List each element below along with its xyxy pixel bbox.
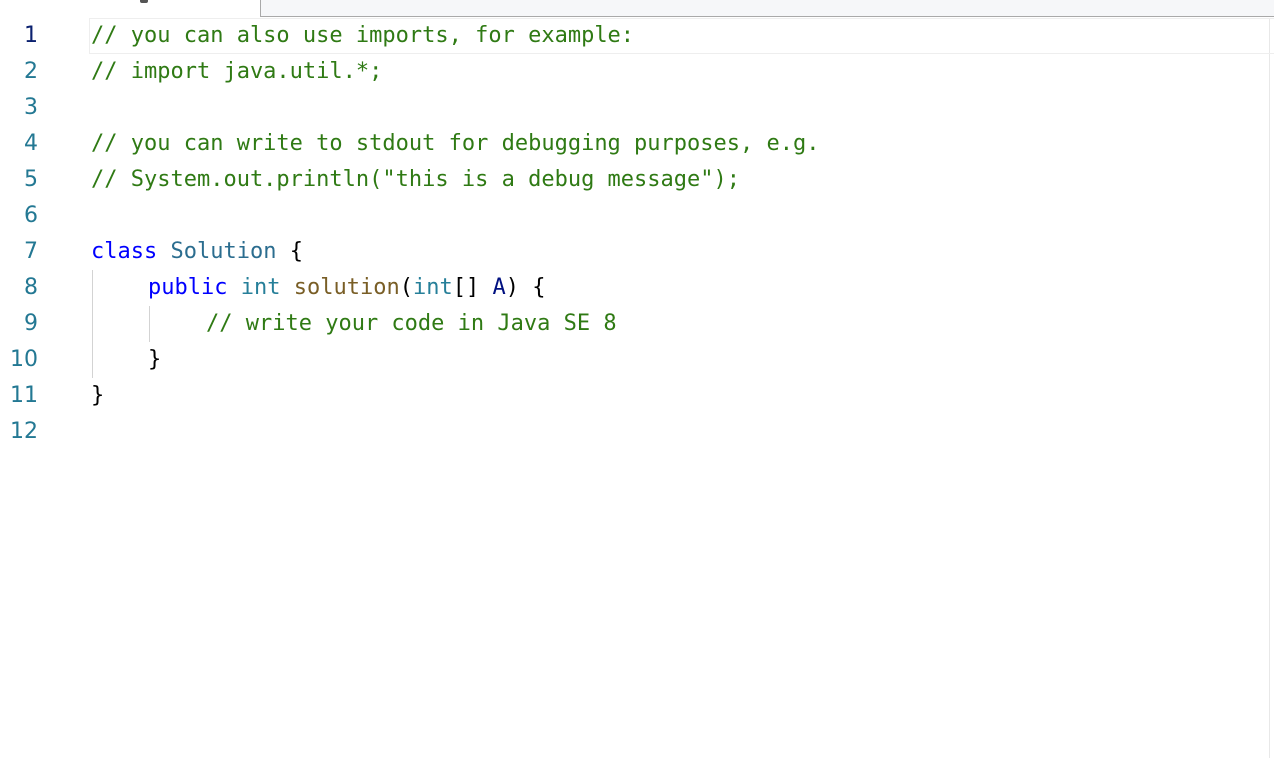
line-number: 6 bbox=[24, 203, 38, 228]
keyword-token: public bbox=[148, 275, 228, 300]
line-number: 9 bbox=[24, 311, 38, 336]
bracket-token: [] bbox=[452, 275, 480, 300]
comment-token: // you can also use imports, for example… bbox=[91, 23, 635, 48]
line-number: 5 bbox=[24, 167, 38, 192]
brace-token: } bbox=[91, 383, 105, 408]
code-line-5[interactable]: // System.out.println("this is a debug m… bbox=[91, 162, 740, 198]
line-number: 8 bbox=[24, 275, 38, 300]
code-line-7[interactable]: class Solution { bbox=[91, 234, 303, 270]
type-token: int bbox=[412, 275, 453, 300]
indent-guide bbox=[92, 270, 93, 378]
line-number: 4 bbox=[24, 131, 38, 156]
comment-token: // System.out.println("this is a debug m… bbox=[91, 167, 741, 192]
class-name-token: Solution bbox=[170, 239, 277, 264]
line-number: 7 bbox=[24, 239, 38, 264]
editor-tab-bar bbox=[0, 0, 1274, 18]
code-line-9[interactable]: // write your code in Java SE 8 bbox=[206, 306, 617, 342]
line-number: 11 bbox=[10, 383, 38, 408]
brace-token: { bbox=[289, 239, 303, 264]
active-file-tab[interactable] bbox=[0, 0, 260, 18]
code-text-area[interactable]: // you can also use imports, for example… bbox=[89, 18, 1274, 758]
line-number-gutter: 1 2 3 4 5 6 7 8 9 10 11 12 bbox=[0, 18, 70, 758]
line-number: 1 bbox=[24, 23, 38, 48]
keyword-token: class bbox=[91, 239, 158, 264]
brace-token: { bbox=[532, 275, 546, 300]
method-name-token: solution bbox=[293, 275, 400, 300]
code-line-10[interactable]: } bbox=[148, 342, 161, 378]
parameter-token: A bbox=[492, 275, 506, 300]
code-line-11[interactable]: } bbox=[91, 378, 104, 414]
code-line-1[interactable]: // you can also use imports, for example… bbox=[91, 18, 634, 54]
indent-guide bbox=[149, 306, 150, 342]
code-line-4[interactable]: // you can write to stdout for debugging… bbox=[91, 126, 819, 162]
paren-token: ) bbox=[505, 275, 519, 300]
line-number: 2 bbox=[24, 59, 38, 84]
comment-token: // write your code in Java SE 8 bbox=[206, 311, 617, 336]
code-line-8[interactable]: public int solution(int[] A) { bbox=[148, 270, 545, 306]
brace-token: } bbox=[148, 347, 162, 372]
tab-bar-empty-area bbox=[260, 0, 1274, 17]
line-number: 3 bbox=[24, 95, 38, 120]
line-number: 12 bbox=[10, 419, 38, 444]
comment-token: // you can write to stdout for debugging… bbox=[91, 131, 820, 156]
tab-indicator-icon bbox=[140, 0, 148, 3]
code-editor[interactable]: 1 2 3 4 5 6 7 8 9 10 11 12 // you can al… bbox=[0, 0, 1274, 758]
paren-token: ( bbox=[399, 275, 413, 300]
comment-token: // import java.util.*; bbox=[91, 59, 383, 84]
code-line-2[interactable]: // import java.util.*; bbox=[91, 54, 382, 90]
type-token: int bbox=[240, 275, 281, 300]
line-number: 10 bbox=[10, 347, 38, 372]
